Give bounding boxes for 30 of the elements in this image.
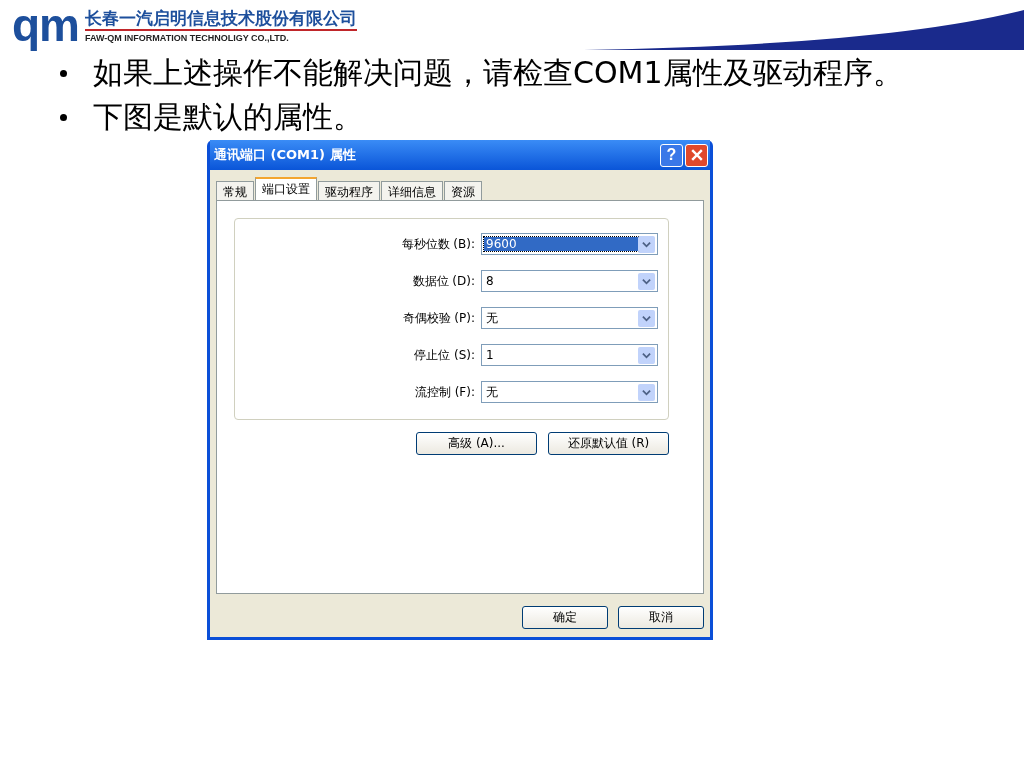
dropdown-field[interactable]: 9600 bbox=[481, 233, 658, 255]
help-button[interactable]: ? bbox=[660, 143, 683, 167]
close-button[interactable] bbox=[685, 143, 708, 167]
dropdown-field[interactable]: 无 bbox=[481, 307, 658, 329]
close-icon bbox=[690, 149, 703, 161]
panel-button[interactable]: 还原默认值 (R) bbox=[548, 432, 669, 455]
panel-button[interactable]: 高级 (A)... bbox=[416, 432, 537, 455]
tab[interactable]: 资源 bbox=[444, 181, 482, 200]
window-title: 通讯端口 (COM1) 属性 bbox=[214, 146, 357, 164]
dialog-button[interactable]: 确定 bbox=[522, 606, 608, 629]
tab[interactable]: 端口设置 bbox=[255, 177, 317, 200]
dropdown-field[interactable]: 1 bbox=[481, 344, 658, 366]
field-label: 流控制 (F): bbox=[414, 383, 475, 401]
field-label: 停止位 (S): bbox=[414, 346, 475, 364]
bullet-icon bbox=[60, 70, 67, 77]
bullet-text: 如果上述操作不能解决问题，请检查COM1属性及驱动程序。 bbox=[93, 54, 904, 92]
dropdown-field[interactable]: 无 bbox=[481, 381, 658, 403]
field-label: 数据位 (D): bbox=[412, 272, 475, 290]
company-name: 长春一汽启明信息技术股份有限公司 bbox=[85, 7, 357, 28]
logo-mark: qm bbox=[12, 0, 79, 50]
company-name-english: FAW-QM INFORMATION TECHNOLIGY CO.,LTD. bbox=[85, 32, 290, 43]
tab[interactable]: 驱动程序 bbox=[318, 181, 380, 200]
field-label: 奇偶校验 (P): bbox=[402, 309, 475, 327]
dropdown-field[interactable]: 8 bbox=[481, 270, 658, 292]
field-label: 每秒位数 (B): bbox=[401, 235, 475, 253]
bullet-text: 下图是默认的属性。 bbox=[93, 98, 364, 136]
bullet-icon bbox=[60, 114, 67, 121]
dialog-button[interactable]: 取消 bbox=[618, 606, 704, 629]
tab[interactable]: 详细信息 bbox=[381, 181, 443, 200]
tab[interactable]: 常规 bbox=[216, 181, 254, 200]
